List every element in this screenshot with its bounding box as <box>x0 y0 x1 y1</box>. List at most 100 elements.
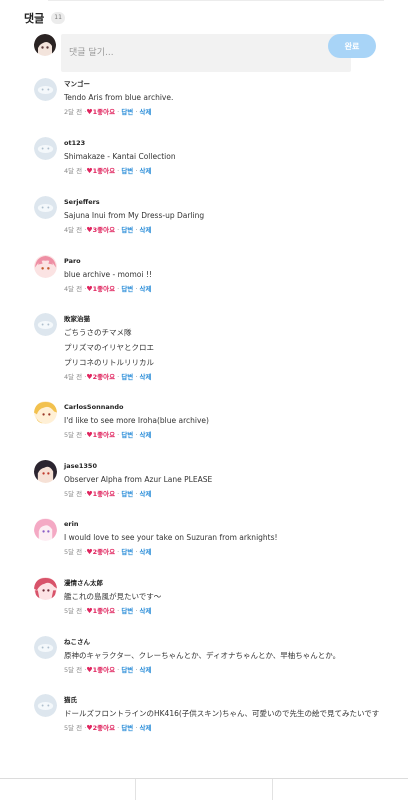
comment-time: 2달 전 <box>64 108 83 116</box>
user-avatar[interactable] <box>34 255 57 278</box>
comment-username[interactable]: ねこさん <box>64 636 384 648</box>
user-avatar[interactable] <box>34 694 57 717</box>
comment-text: Shimakaze - Kantai Collection <box>64 152 176 161</box>
comment-input[interactable] <box>61 34 351 72</box>
meta-separator: · <box>135 108 138 116</box>
like-button[interactable]: ♥1좋아요 <box>86 285 115 293</box>
reply-link[interactable]: 답변 <box>121 108 133 116</box>
comment-username[interactable]: 猫氏 <box>64 694 384 706</box>
comment-meta: 5달 전 ·♥2좋아요 · 답변 · 삭제 <box>64 721 384 735</box>
comment-username[interactable]: ot123 <box>64 137 384 149</box>
meta-separator: · <box>135 666 138 674</box>
user-avatar[interactable] <box>34 636 57 659</box>
comment-body: Paro blue archive - momoi !! 4달 전 ·♥1좋아요 ·… <box>64 255 384 296</box>
submit-comment-button[interactable]: 완료 <box>328 34 376 58</box>
comment-time: 5달 전 <box>64 666 83 674</box>
delete-link[interactable]: 삭제 <box>140 724 152 732</box>
comment-username[interactable]: 漫情さん太郎 <box>64 577 384 589</box>
like-label: 좋아요 <box>97 373 116 381</box>
delete-link[interactable]: 삭제 <box>140 490 152 498</box>
delete-link[interactable]: 삭제 <box>140 548 152 556</box>
comment-text: Tendo Aris from blue archive. <box>64 93 174 102</box>
delete-link[interactable]: 삭제 <box>140 226 152 234</box>
like-button[interactable]: ♥1좋아요 <box>86 431 115 439</box>
bottom-tab-bar <box>0 778 408 800</box>
like-button[interactable]: ♥1좋아요 <box>86 607 115 615</box>
comment-username[interactable]: Paro <box>64 255 384 267</box>
like-button[interactable]: ♥3좋아요 <box>86 226 115 234</box>
like-label: 좋아요 <box>97 431 116 439</box>
like-label: 좋아요 <box>97 285 116 293</box>
delete-link[interactable]: 삭제 <box>140 167 152 175</box>
comment-username[interactable]: jase1350 <box>64 460 384 472</box>
meta-separator: · <box>135 724 138 732</box>
user-avatar[interactable] <box>34 518 57 541</box>
comment-text: ごちうさのチマメ隊 <box>64 328 132 337</box>
bottom-tab[interactable] <box>136 779 273 800</box>
bottom-tab[interactable] <box>273 779 408 800</box>
user-avatar[interactable] <box>34 78 57 101</box>
delete-link[interactable]: 삭제 <box>140 431 152 439</box>
comment-username[interactable]: CarlosSonnando <box>64 401 384 413</box>
delete-link[interactable]: 삭제 <box>140 373 152 381</box>
user-avatar[interactable] <box>34 460 57 483</box>
comment-time: 5달 전 <box>64 490 83 498</box>
user-avatar[interactable] <box>34 196 57 219</box>
reply-link[interactable]: 답변 <box>121 548 133 556</box>
comment-meta: 4달 전 ·♥1좋아요 · 답변 · 삭제 <box>64 164 384 178</box>
reply-link[interactable]: 답변 <box>121 167 133 175</box>
meta-separator: · <box>117 285 120 293</box>
delete-link[interactable]: 삭제 <box>140 285 152 293</box>
delete-link[interactable]: 삭제 <box>140 607 152 615</box>
reply-link[interactable]: 답변 <box>121 285 133 293</box>
comment-meta: 4달 전 ·♥1좋아요 · 답변 · 삭제 <box>64 282 384 296</box>
user-avatar[interactable] <box>34 577 57 600</box>
meta-separator: · <box>117 431 120 439</box>
bottom-tab[interactable] <box>0 779 137 800</box>
comment-username[interactable]: Serjeffers <box>64 196 384 208</box>
comment-meta: 5달 전 ·♥1좋아요 · 답변 · 삭제 <box>64 663 384 677</box>
comment-meta: 4달 전 ·♥3좋아요 · 답변 · 삭제 <box>64 223 384 237</box>
reply-link[interactable]: 답변 <box>121 431 133 439</box>
like-button[interactable]: ♥2좋아요 <box>86 548 115 556</box>
reply-link[interactable]: 답변 <box>121 666 133 674</box>
comment-body: erin I would love to see your take on Suz… <box>64 518 384 559</box>
reply-link[interactable]: 답변 <box>121 226 133 234</box>
user-avatar[interactable] <box>34 401 57 424</box>
comment-text: 艦これの島風が見たいです〜 <box>64 592 162 601</box>
comment-text: プリコネのリトルリリカル <box>64 358 154 367</box>
comment-username[interactable]: マンゴー <box>64 78 384 90</box>
comment-username[interactable]: 敗家治猫 <box>64 313 384 325</box>
like-button[interactable]: ♥2좋아요 <box>86 724 115 732</box>
like-button[interactable]: ♥1좋아요 <box>86 108 115 116</box>
comment-body: マンゴー Tendo Aris from blue archive. 2달 전 · ♥… <box>64 78 384 119</box>
comment-body: 猫氏 ドールズフロントラインのHK416(子供スキン)ちゃん、可愛いので先生の絵で… <box>64 694 384 735</box>
meta-separator: · <box>117 724 120 732</box>
comments-title: 댓글 <box>24 12 45 25</box>
comment-username[interactable]: erin <box>64 518 384 530</box>
user-avatar[interactable] <box>34 137 57 160</box>
meta-separator: · <box>117 548 120 556</box>
reply-link[interactable]: 답변 <box>121 373 133 381</box>
like-button[interactable]: ♥1좋아요 <box>86 167 115 175</box>
reply-link[interactable]: 답변 <box>121 724 133 732</box>
reply-link[interactable]: 답변 <box>121 490 133 498</box>
comment-time: 4달 전 <box>64 285 83 293</box>
like-button[interactable]: ♥2좋아요 <box>86 373 115 381</box>
meta-separator: · <box>135 490 138 498</box>
user-avatar[interactable] <box>34 313 57 336</box>
meta-separator: · <box>117 167 120 175</box>
meta-separator: · <box>117 226 120 234</box>
comment-time: 4달 전 <box>64 373 83 381</box>
reply-link[interactable]: 답변 <box>121 607 133 615</box>
comment-body: Serjeffers Sajuna Inui from My Dress-up D… <box>64 196 384 237</box>
delete-link[interactable]: 삭제 <box>140 108 152 116</box>
like-button[interactable]: ♥1좋아요 <box>86 490 115 498</box>
like-label: 좋아요 <box>97 167 116 175</box>
comment-time: 5달 전 <box>64 607 83 615</box>
comment-text: Observer Alpha from Azur Lane PLEASE <box>64 475 213 484</box>
like-button[interactable]: ♥1좋아요 <box>86 666 115 674</box>
comment-meta: 5달 전 ·♥1좋아요 · 답변 · 삭제 <box>64 604 384 618</box>
meta-separator: · <box>117 607 120 615</box>
delete-link[interactable]: 삭제 <box>140 666 152 674</box>
